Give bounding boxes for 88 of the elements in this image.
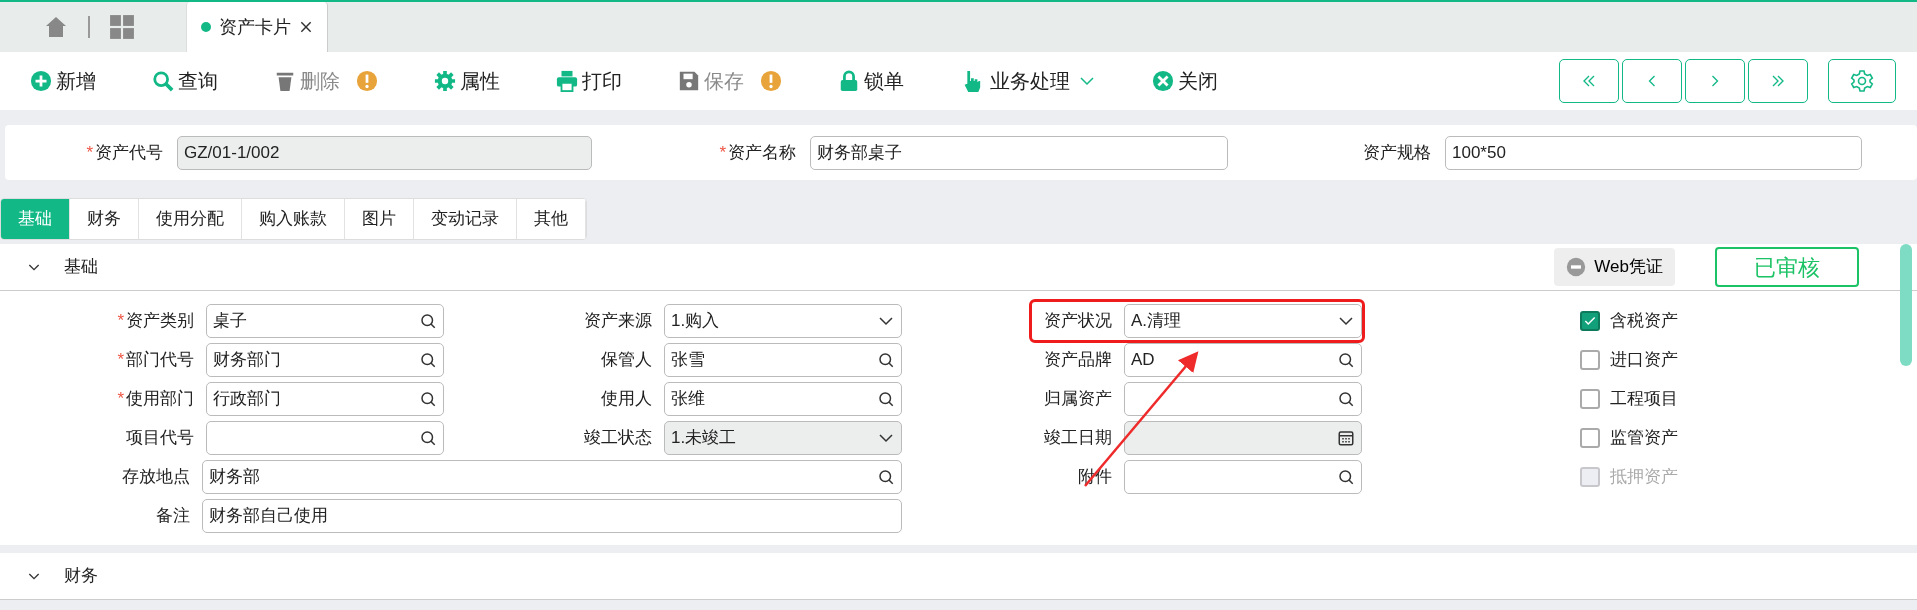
voucher-button[interactable]: Web凭证 (1554, 248, 1675, 286)
toolbar-button[interactable]: 属性 (434, 66, 500, 96)
dropdown-field[interactable]: A.清理 (1124, 303, 1362, 338)
required-mark: * (117, 388, 124, 408)
last-page-button[interactable] (1748, 59, 1808, 103)
search-icon[interactable] (1337, 350, 1355, 369)
field-label: 保管人 (601, 349, 652, 369)
text-field[interactable]: 100*50 (1445, 135, 1862, 170)
input-field[interactable]: AD (1124, 342, 1362, 377)
field-label: 备注 (156, 505, 190, 525)
input-field[interactable]: 财务部门 (206, 342, 444, 377)
checkbox-box[interactable] (1580, 427, 1600, 448)
search-icon[interactable] (877, 350, 895, 369)
toolbar-button[interactable]: 新增 (30, 66, 96, 96)
field-label: 资产类别 (126, 310, 194, 330)
checkbox[interactable]: 进口资产 (1362, 345, 1684, 374)
text-field[interactable]: 财务部桌子 (810, 135, 1228, 170)
field-label: 部门代号 (126, 349, 194, 369)
input-field[interactable] (206, 420, 444, 455)
close-icon (1152, 70, 1174, 92)
required-mark: * (719, 142, 726, 162)
input-field[interactable]: 张雪 (664, 342, 902, 377)
toolbar-button[interactable]: 查询 (152, 66, 218, 96)
lock-icon (838, 70, 860, 92)
field-label: 使用部门 (126, 388, 194, 408)
field-label: 归属资产 (1044, 388, 1112, 408)
input-field[interactable]: 行政部门 (206, 381, 444, 416)
close-icon[interactable] (299, 20, 313, 34)
search-icon[interactable] (419, 389, 437, 408)
gear-icon (434, 70, 456, 92)
input-field[interactable]: 财务部 (202, 459, 902, 494)
minus-circle-icon (1566, 257, 1587, 277)
search-icon[interactable] (1337, 389, 1355, 408)
input-field[interactable]: 张维 (664, 381, 902, 416)
toolbar-button[interactable]: 打印 (556, 66, 622, 96)
field-label: 附件 (1078, 466, 1112, 486)
trash-icon (274, 70, 296, 92)
plus-circle-icon (30, 70, 52, 92)
field-label: 项目代号 (126, 427, 194, 447)
field-label: 竣工状态 (584, 427, 652, 447)
search-icon[interactable] (419, 311, 437, 330)
first-page-button[interactable] (1559, 59, 1619, 103)
input-field[interactable]: 桌子 (206, 303, 444, 338)
input-field[interactable] (1124, 459, 1362, 494)
field-label: 资产状况 (1044, 310, 1112, 330)
search-icon[interactable] (1337, 467, 1355, 486)
search-icon (152, 70, 174, 92)
checkbox[interactable]: 含税资产 (1362, 306, 1684, 335)
grid-icon[interactable] (109, 14, 135, 40)
field-label: 资产规格 (1363, 142, 1431, 162)
toolbar-button[interactable]: 业务处理 (960, 66, 1096, 96)
checkbox-box[interactable] (1580, 388, 1600, 409)
settings-icon (1850, 69, 1874, 93)
tab[interactable]: 资产卡片 (186, 2, 328, 52)
search-icon[interactable] (877, 389, 895, 408)
section-title: 财务 (64, 565, 98, 588)
scrollbar-thumb[interactable] (1900, 244, 1912, 366)
field-label: 资产名称 (728, 142, 796, 162)
toolbar-button[interactable]: 锁单 (838, 66, 904, 96)
required-mark: * (117, 349, 124, 369)
checkbox[interactable]: 监管资产 (1362, 423, 1684, 452)
required-mark: * (117, 310, 124, 330)
tab-title[interactable]: 资产卡片 (219, 13, 291, 41)
field-label: 资产来源 (584, 310, 652, 330)
required-mark: * (86, 142, 93, 162)
status-stamp: 已审核 (1715, 247, 1859, 287)
search-icon[interactable] (419, 350, 437, 369)
input-field[interactable] (1124, 381, 1362, 416)
previous-button[interactable] (1622, 59, 1682, 103)
next-button[interactable] (1685, 59, 1745, 103)
input-field[interactable]: 财务部自己使用 (202, 498, 902, 533)
field-label: 使用人 (601, 388, 652, 408)
search-icon[interactable] (877, 467, 895, 486)
checkbox-box[interactable] (1580, 349, 1600, 370)
dropdown-field[interactable]: 1.购入 (664, 303, 902, 338)
active-dot (201, 22, 211, 32)
search-icon[interactable] (419, 428, 437, 447)
field-label: 存放地点 (122, 466, 190, 486)
checkbox[interactable]: 工程项目 (1362, 384, 1684, 413)
field-label: 资产代号 (95, 142, 163, 162)
checkbox-box[interactable] (1580, 310, 1600, 331)
printer-icon (556, 70, 578, 92)
settings-button[interactable] (1828, 59, 1896, 103)
field-label: 竣工日期 (1044, 427, 1112, 447)
field-label: 资产品牌 (1044, 349, 1112, 369)
home-icon[interactable] (44, 15, 68, 39)
toolbar-button[interactable]: 关闭 (1152, 66, 1218, 96)
section-title: 基础 (64, 256, 98, 279)
